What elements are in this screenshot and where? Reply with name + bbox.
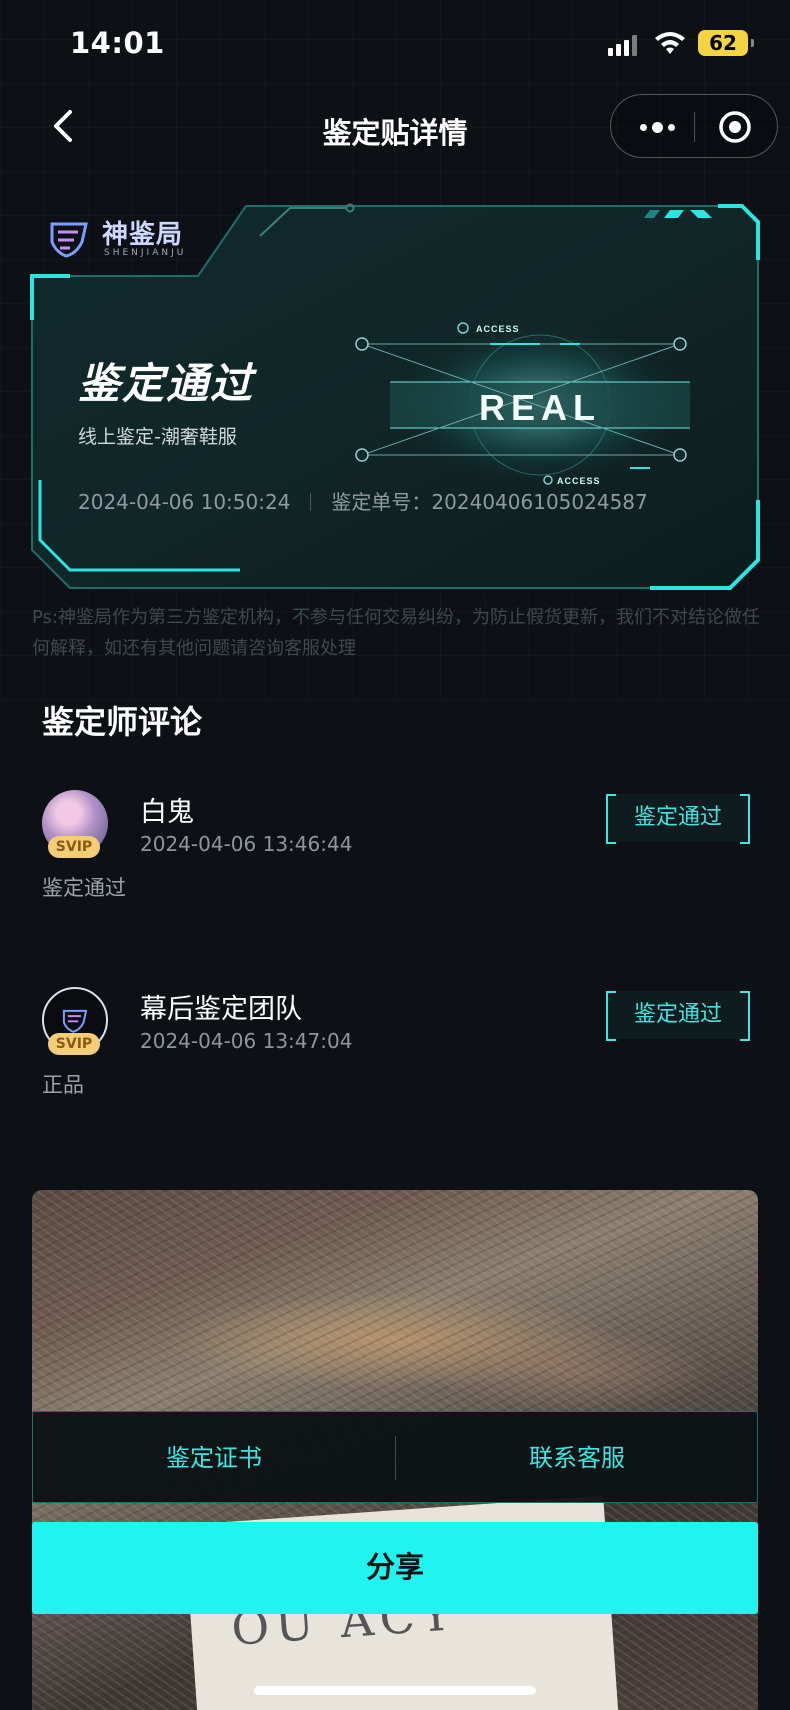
battery-level: 62 [709, 31, 737, 55]
certificate-button[interactable]: 鉴定证书 [33, 1412, 395, 1504]
appraisal-status: 鉴定通过 [78, 359, 255, 408]
appraiser-comment: SVIP 白鬼 2024-04-06 13:46:44 鉴定通过 鉴定通过 [0, 790, 790, 930]
comment-time: 2024-04-06 13:47:04 [140, 1029, 353, 1053]
svip-badge: SVIP [48, 1033, 100, 1055]
shield-logo-icon [50, 222, 88, 258]
real-stamp: ACCESS REAL ACCESS [355, 322, 690, 486]
close-miniprogram-icon[interactable] [717, 109, 753, 145]
section-title-comments: 鉴定师评论 [42, 703, 203, 741]
home-indicator [254, 1686, 536, 1695]
comment-text: 鉴定通过 [42, 876, 126, 900]
share-button[interactable]: 分享 [32, 1522, 758, 1614]
status-badge: 鉴定通过 [606, 991, 750, 1041]
status-bar: 14:01 62 [0, 0, 790, 90]
nav-bar: 鉴定贴详情 [0, 90, 790, 162]
wifi-icon [655, 32, 685, 54]
appraiser-name: 白鬼 [140, 797, 194, 828]
capsule-divider [694, 112, 695, 142]
meta-divider [310, 493, 312, 511]
status-badge: 鉴定通过 [606, 794, 750, 844]
appraiser-comment: SVIP 幕后鉴定团队 2024-04-06 13:47:04 鉴定通过 正品 [0, 987, 790, 1127]
battery-indicator: 62 [698, 30, 754, 56]
comment-time: 2024-04-06 13:46:44 [140, 832, 353, 856]
brand-logo: 神鉴局 SHENJIANJU [46, 214, 216, 264]
comment-text: 正品 [42, 1073, 84, 1097]
status-time: 14:01 [70, 26, 165, 60]
disclaimer-text: Ps:神鉴局作为第三方鉴定机构，不参与任何交易纠纷，为防止假货更新，我们不对结论… [32, 607, 760, 659]
svip-badge: SVIP [48, 836, 100, 858]
contact-service-button[interactable]: 联系客服 [396, 1412, 758, 1504]
result-card: 神鉴局 SHENJIANJU 鉴定通过 线上鉴定-潮奢鞋服 2024-04-06… [30, 200, 760, 590]
action-bar: 鉴定证书 联系客服 [32, 1411, 758, 1503]
logo-text: 神鉴局 [102, 220, 184, 250]
miniprogram-capsule [610, 94, 778, 158]
appraisal-category: 线上鉴定-潮奢鞋服 [78, 426, 237, 448]
logo-subtext: SHENJIANJU [104, 248, 187, 258]
appraiser-name: 幕后鉴定团队 [140, 994, 302, 1025]
appraisal-datetime: 2024-04-06 10:50:24 [78, 490, 291, 514]
cellular-signal-icon [608, 35, 637, 56]
badge-access-bottom: ACCESS [557, 476, 601, 486]
badge-access-top: ACCESS [476, 324, 520, 334]
more-options-icon[interactable] [633, 112, 681, 142]
shield-logo-icon [62, 1009, 88, 1033]
badge-real-text: REAL [479, 387, 601, 428]
